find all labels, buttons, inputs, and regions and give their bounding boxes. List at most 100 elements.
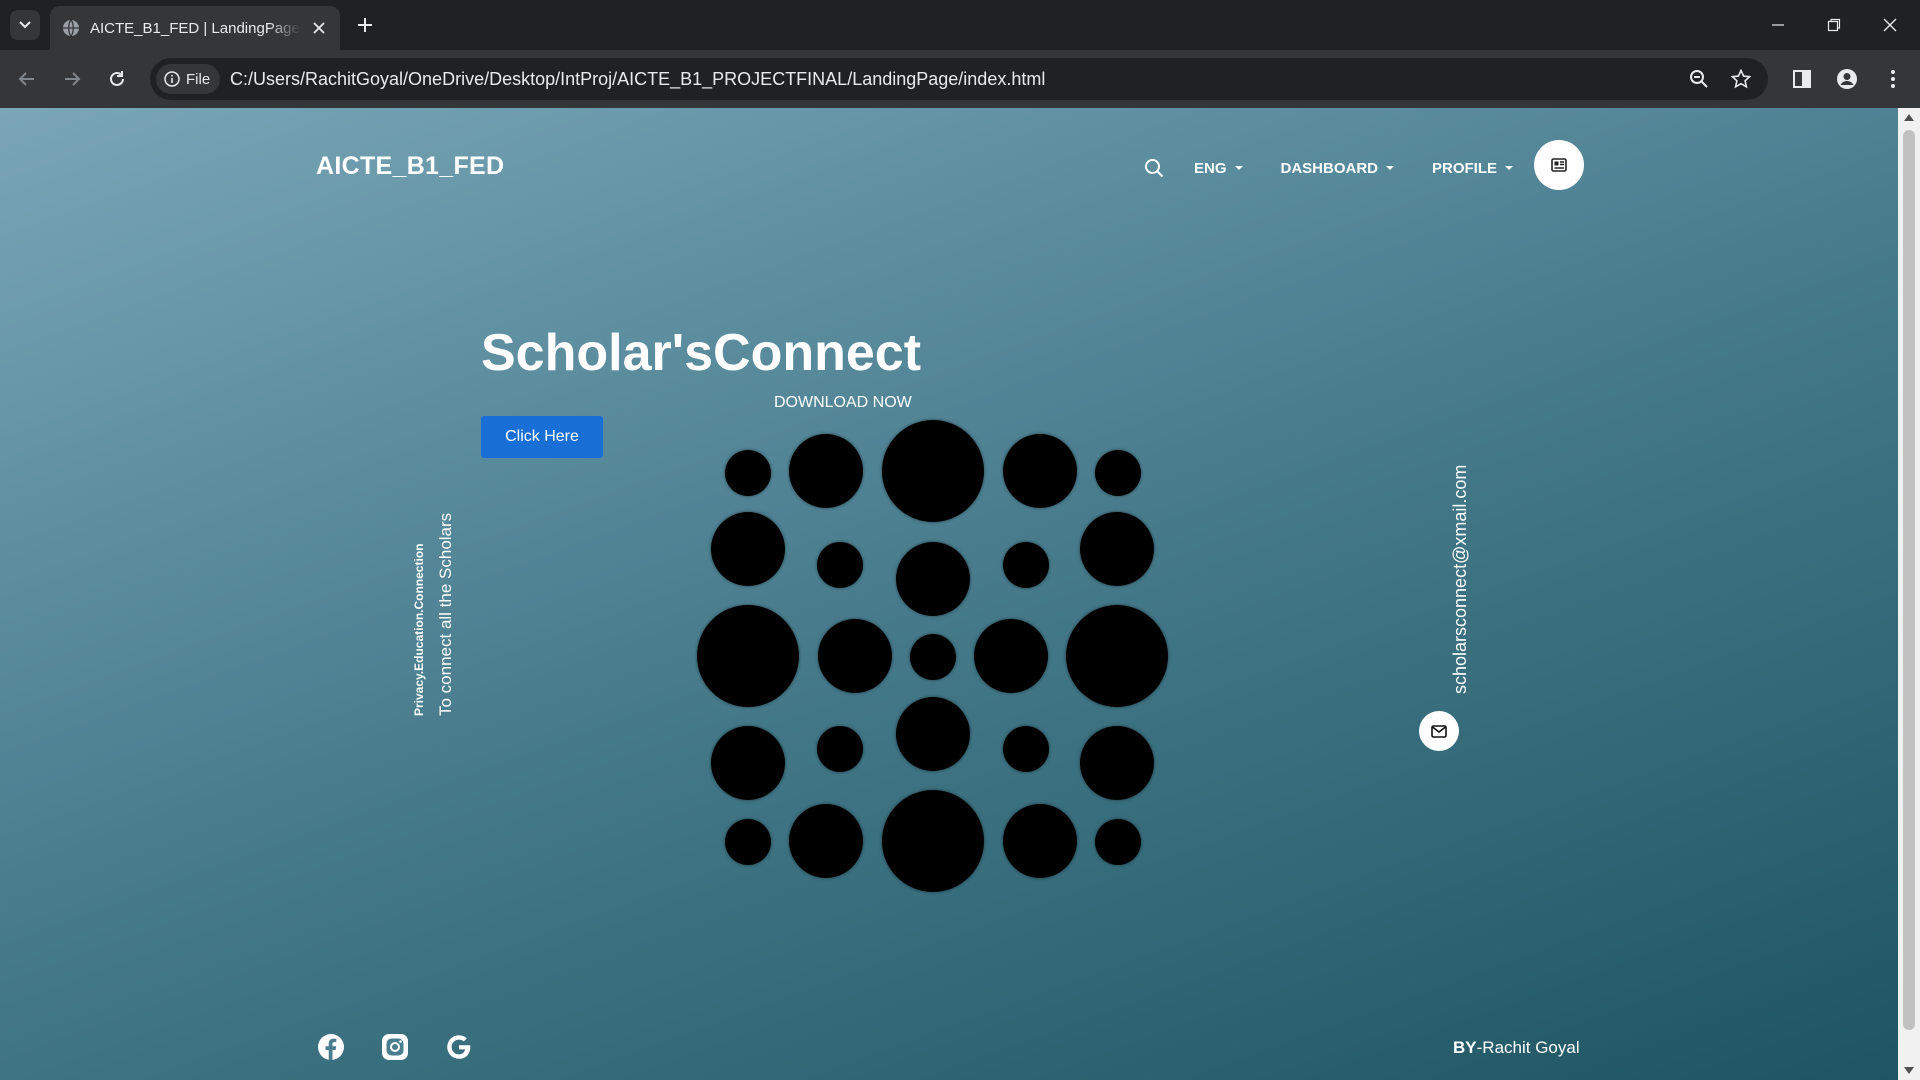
dot [1003, 542, 1049, 588]
nav-lang-dropdown[interactable]: ENG [1194, 160, 1243, 177]
nav-news-button[interactable] [1534, 140, 1584, 190]
minimize-icon [1772, 24, 1784, 26]
caret-down-icon [1386, 166, 1395, 170]
dot [896, 697, 970, 771]
facebook-icon [318, 1034, 344, 1060]
chevron-down-icon [19, 21, 31, 29]
zoom-button[interactable] [1688, 68, 1710, 90]
dot [896, 542, 970, 616]
dot [1095, 450, 1141, 496]
google-icon [447, 1035, 471, 1059]
click-here-button[interactable]: Click Here [481, 416, 603, 458]
menu-icon [1891, 70, 1895, 88]
reload-icon [110, 71, 124, 86]
dot [1003, 434, 1077, 508]
sidepanel-icon [1793, 70, 1811, 88]
nav-dashboard-label: DASHBOARD [1280, 159, 1379, 177]
download-link[interactable]: DOWNLOAD NOW [774, 394, 912, 412]
restore-button[interactable] [1816, 10, 1852, 40]
nav-lang-label: ENG [1194, 159, 1227, 177]
scroll-down-arrow[interactable] [1904, 1067, 1914, 1074]
browser-tab[interactable]: AICTE_B1_FED | LandingPageProject [50, 6, 340, 50]
instagram-link[interactable] [380, 1032, 410, 1062]
restore-icon [1827, 18, 1841, 32]
info-icon [164, 71, 180, 87]
nav-dashboard-dropdown[interactable]: DASHBOARD [1281, 160, 1395, 177]
dot [1003, 726, 1049, 772]
nav-profile-label: PROFILE [1432, 159, 1498, 177]
star-icon [1731, 69, 1751, 89]
forward-button[interactable] [57, 64, 87, 94]
url-text[interactable]: C:/Users/RachitGoyal/OneDrive/Desktop/In… [230, 69, 1045, 90]
profile-button[interactable] [1832, 64, 1862, 94]
dot [974, 619, 1048, 693]
brand-logo[interactable]: AICTE_B1_FED [316, 152, 504, 181]
dot-grid-graphic [0, 108, 1898, 1080]
nav-search-button[interactable] [1142, 156, 1166, 180]
google-link[interactable] [444, 1032, 474, 1062]
forward-icon [65, 72, 81, 86]
nav-profile-dropdown[interactable]: PROFILE [1432, 159, 1514, 177]
dot [910, 634, 956, 680]
globe-icon [63, 19, 79, 37]
address-bar[interactable]: File C:/Users/RachitGoyal/OneDrive/Deskt… [150, 58, 1768, 100]
plus-icon [358, 18, 372, 32]
dot [1080, 512, 1154, 586]
browser-tabstrip: AICTE_B1_FED | LandingPageProject [0, 0, 1920, 50]
contact-email[interactable]: scholarsconnect@xmail.com [1450, 465, 1471, 694]
account-icon [1837, 69, 1857, 89]
reload-button[interactable] [102, 64, 132, 94]
author-credit: BY-Rachit Goyal [1453, 1038, 1580, 1058]
minimize-button[interactable] [1760, 10, 1796, 40]
newspaper-icon [1551, 158, 1567, 172]
close-icon [1883, 18, 1897, 32]
browser-menu-button[interactable] [1878, 64, 1908, 94]
dot [697, 605, 799, 707]
scroll-thumb[interactable] [1903, 130, 1915, 1030]
mail-icon [1431, 724, 1447, 738]
search-icon [1145, 159, 1164, 178]
zoom-icon [1690, 70, 1708, 88]
scroll-up-arrow[interactable] [1904, 114, 1914, 121]
page-viewport: AICTE_B1_FED ENG DASHBOARD PROFILE Schol… [0, 108, 1898, 1080]
side-tagline: To connect all the Scholars [436, 512, 455, 716]
dot [725, 819, 771, 865]
back-button[interactable] [12, 64, 42, 94]
tab-title: AICTE_B1_FED | LandingPageProject [90, 20, 300, 37]
close-window-button[interactable] [1872, 10, 1908, 40]
author-credit-label: BY [1453, 1038, 1477, 1057]
site-info-label: File [186, 70, 211, 88]
facebook-link[interactable] [316, 1032, 346, 1062]
bookmark-button[interactable] [1730, 68, 1752, 90]
caret-down-icon [1505, 166, 1514, 170]
caret-down-icon [1234, 166, 1243, 170]
main-nav: ENG DASHBOARD PROFILE [1142, 156, 1551, 180]
dot [725, 450, 771, 496]
author-credit-name: -Rachit Goyal [1476, 1038, 1580, 1057]
back-icon [18, 72, 34, 86]
vertical-scrollbar[interactable] [1898, 108, 1920, 1080]
instagram-icon [382, 1034, 408, 1060]
browser-toolbar: File C:/Users/RachitGoyal/OneDrive/Deskt… [0, 50, 1920, 108]
dot [882, 790, 984, 892]
dot [1080, 726, 1154, 800]
mail-button[interactable] [1419, 711, 1459, 751]
side-subline: Privacy.Education.Connection [412, 543, 426, 716]
dot [817, 726, 863, 772]
hero-title: Scholar'sConnect [481, 324, 922, 382]
dot [1095, 819, 1141, 865]
dot [711, 512, 785, 586]
dot [882, 420, 984, 522]
tab-search-button[interactable] [10, 10, 40, 40]
dot [789, 804, 863, 878]
close-icon[interactable] [310, 19, 328, 37]
dot [817, 542, 863, 588]
side-panel-button[interactable] [1787, 64, 1817, 94]
dot [1066, 605, 1168, 707]
site-info-chip[interactable]: File [156, 64, 221, 94]
dot [789, 434, 863, 508]
dot [1003, 804, 1077, 878]
new-tab-button[interactable] [352, 12, 378, 38]
dot [818, 619, 892, 693]
dot [711, 726, 785, 800]
